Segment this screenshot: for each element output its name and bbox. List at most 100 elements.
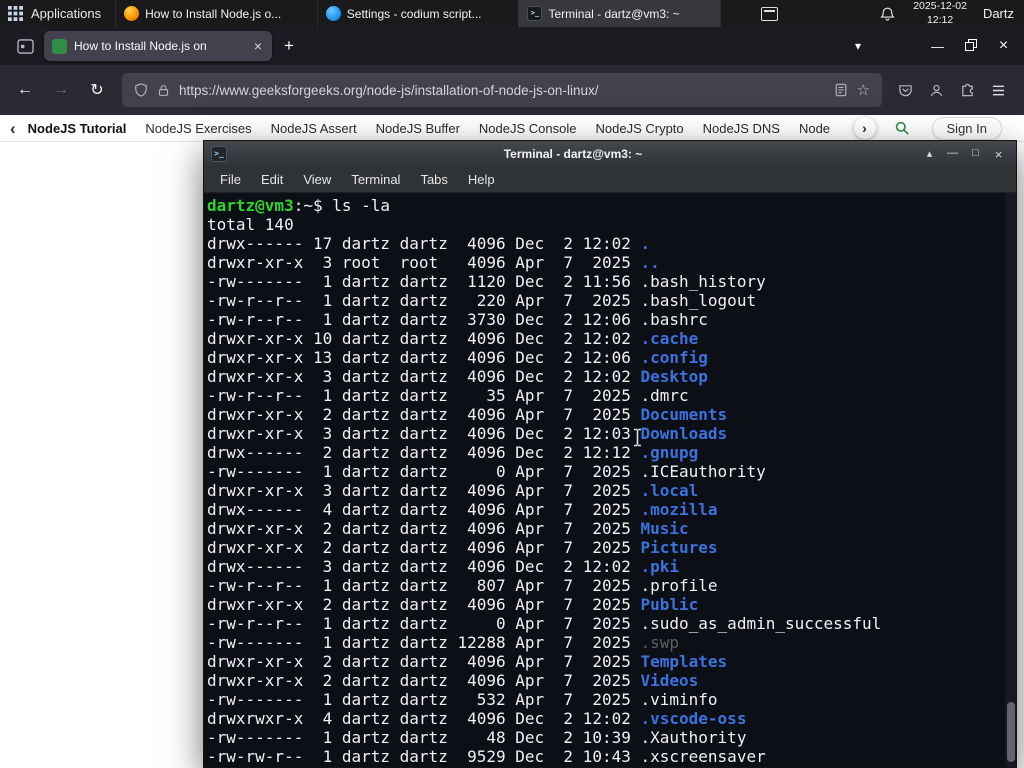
- taskbar-button[interactable]: Settings - codium script...: [316, 0, 519, 27]
- gfg-subnav: ‹ NodeJS Tutorial NodeJS Exercises NodeJS …: [0, 115, 1024, 142]
- toolbar-right-icons: [890, 83, 1016, 98]
- terminal-maximize-button[interactable]: □: [965, 147, 986, 162]
- url-text[interactable]: https://www.geeksforgeeks.org/node-js/in…: [179, 83, 825, 98]
- file-name: .bashrc: [640, 310, 708, 329]
- gfg-nav-item[interactable]: Node: [799, 121, 830, 136]
- terminal-close-button[interactable]: ×: [988, 147, 1009, 162]
- file-name: .sudo_as_admin_successful: [640, 614, 882, 633]
- taskbar-button-title: How to Install Node.js o...: [145, 6, 282, 21]
- terminal-output-line: -rw-rw-r-- 1 dartz dartz 9529 Dec 2 10:4…: [207, 747, 1016, 766]
- new-tab-button[interactable]: +: [272, 34, 306, 58]
- file-meta: -rw------- 1 dartz dartz 48 Dec 2 10:39: [207, 728, 641, 747]
- tab-close-icon[interactable]: ×: [252, 38, 264, 54]
- terminal-shade-button[interactable]: ▴: [919, 147, 940, 162]
- gfg-nav-item[interactable]: NodeJS Tutorial: [28, 121, 127, 136]
- terminal-output-line: drwx------ 2 dartz dartz 4096 Dec 2 12:1…: [207, 443, 1016, 462]
- gfg-nav-item[interactable]: NodeJS DNS: [703, 121, 780, 136]
- file-name: Downloads: [640, 424, 728, 443]
- bookmark-star-icon[interactable]: ☆: [857, 81, 870, 99]
- account-icon[interactable]: [929, 83, 944, 98]
- window-minimize-button[interactable]: —: [921, 39, 954, 54]
- forward-button[interactable]: →: [44, 74, 78, 106]
- window-controls: — ×: [921, 27, 1020, 65]
- terminal-output-line: drwxr-xr-x 3 dartz dartz 4096 Dec 2 12:0…: [207, 424, 1016, 443]
- nav-scroll-right-button[interactable]: ›: [853, 117, 876, 139]
- file-name: .Xauthority: [640, 728, 747, 747]
- terminal-output-line: drwx------ 4 dartz dartz 4096 Apr 7 2025…: [207, 500, 1016, 519]
- file-name: .ICEauthority: [640, 462, 766, 481]
- terminal-scrollbar[interactable]: [1005, 193, 1016, 767]
- tracking-protection-shield-icon[interactable]: [134, 83, 148, 97]
- gfg-nav-item[interactable]: NodeJS Assert: [271, 121, 357, 136]
- tray-clipboard-icon[interactable]: [761, 6, 779, 21]
- pocket-icon[interactable]: [898, 83, 913, 98]
- reader-mode-icon[interactable]: [834, 83, 848, 97]
- firefox-view-button[interactable]: [12, 34, 38, 58]
- menu-item-edit[interactable]: Edit: [251, 172, 293, 187]
- terminal-scrollbar-thumb[interactable]: [1007, 702, 1015, 762]
- clock-time: 12:12: [926, 13, 954, 26]
- file-meta: -rw------- 1 dartz dartz 532 Apr 7 2025: [207, 690, 641, 709]
- nav-scroll-left-icon[interactable]: ‹: [10, 120, 16, 137]
- search-icon: [895, 121, 909, 135]
- menu-item-help[interactable]: Help: [458, 172, 505, 187]
- terminal-output-line: -rw------- 1 dartz dartz 48 Dec 2 10:39 …: [207, 728, 1016, 747]
- terminal-output-line: -rw------- 1 dartz dartz 1120 Dec 2 11:5…: [207, 272, 1016, 291]
- extensions-puzzle-icon[interactable]: [960, 83, 975, 98]
- window-close-button[interactable]: ×: [987, 37, 1020, 55]
- panel-clock[interactable]: 2025-12-02 12:12: [913, 0, 967, 26]
- gfg-nav-item[interactable]: NodeJS Exercises: [145, 121, 251, 136]
- file-name: .viminfo: [640, 690, 718, 709]
- taskbar-button-title: Terminal - dartz@vm3: ~: [548, 6, 680, 21]
- url-bar[interactable]: https://www.geeksforgeeks.org/node-js/in…: [122, 73, 882, 107]
- panel-spacer: [721, 0, 761, 27]
- taskbar-button[interactable]: >_ Terminal - dartz@vm3: ~: [518, 0, 721, 27]
- list-all-tabs-button[interactable]: ▾: [847, 35, 869, 57]
- file-name: .config: [640, 348, 708, 367]
- file-name: .xscreensaver: [640, 747, 766, 766]
- window-restore-button[interactable]: [954, 27, 987, 65]
- file-name: Desktop: [640, 367, 708, 386]
- taskbar: How to Install Node.js o... Settings - co…: [115, 0, 722, 27]
- sign-in-button[interactable]: Sign In: [931, 116, 1002, 140]
- terminal-total-line: total 140: [207, 215, 294, 234]
- menu-item-tabs[interactable]: Tabs: [410, 172, 457, 187]
- back-button[interactable]: ←: [8, 74, 42, 106]
- search-button[interactable]: [894, 120, 910, 136]
- gfg-nav-item[interactable]: NodeJS Buffer: [376, 121, 460, 136]
- file-meta: drwxr-xr-x 3 dartz dartz 4096 Dec 2 12:0…: [207, 424, 641, 443]
- browser-tab[interactable]: How to Install Node.js on ×: [44, 31, 272, 61]
- menu-item-file[interactable]: File: [210, 172, 251, 187]
- file-meta: drwx------ 3 dartz dartz 4096 Dec 2 12:0…: [207, 557, 641, 576]
- panel-username[interactable]: Dartz: [983, 6, 1014, 21]
- firefox-toolbar: ← → ↻ https://www.geeksforgeeks.org/node…: [0, 65, 1024, 115]
- menu-hamburger-icon[interactable]: [991, 84, 1006, 97]
- applications-menu-button[interactable]: Applications: [0, 0, 115, 27]
- reload-button[interactable]: ↻: [80, 74, 114, 106]
- terminal-body[interactable]: dartz@vm3:~$ ls -la total 140 drwx------…: [204, 193, 1016, 767]
- top-panel: Applications How to Install Node.js o...…: [0, 0, 1024, 27]
- file-meta: drwxr-xr-x 3 root root 4096 Apr 7 2025: [207, 253, 641, 272]
- terminal-minimize-button[interactable]: —: [942, 147, 963, 162]
- menu-item-terminal[interactable]: Terminal: [341, 172, 410, 187]
- terminal-output-line: -rw-r--r-- 1 dartz dartz 220 Apr 7 2025 …: [207, 291, 1016, 310]
- terminal-prompt-line: dartz@vm3:~$ ls -la: [207, 196, 1016, 215]
- taskbar-button[interactable]: How to Install Node.js o...: [115, 0, 317, 27]
- notifications-button[interactable]: [880, 6, 895, 22]
- file-name: .bash_history: [640, 272, 766, 291]
- applications-grid-icon: [8, 6, 23, 21]
- terminal-output-line: -rw-r--r-- 1 dartz dartz 0 Apr 7 2025 .s…: [207, 614, 1016, 633]
- gfg-nav-item[interactable]: NodeJS Crypto: [595, 121, 683, 136]
- tab-title: How to Install Node.js on: [74, 39, 207, 53]
- file-meta: drwx------ 2 dartz dartz 4096 Dec 2 12:1…: [207, 443, 641, 462]
- file-meta: drwxr-xr-x 2 dartz dartz 4096 Apr 7 2025: [207, 538, 641, 557]
- gfg-nav-item[interactable]: NodeJS Console: [479, 121, 577, 136]
- file-meta: -rw-r--r-- 1 dartz dartz 0 Apr 7 2025: [207, 614, 641, 633]
- file-name: Videos: [640, 671, 699, 690]
- lock-icon[interactable]: [157, 84, 170, 97]
- terminal-output-line: -rw------- 1 dartz dartz 0 Apr 7 2025 .I…: [207, 462, 1016, 481]
- terminal-titlebar[interactable]: >_ Terminal - dartz@vm3: ~ ▴ — □ ×: [204, 141, 1016, 167]
- terminal-output-line: drwxr-xr-x 2 dartz dartz 4096 Apr 7 2025…: [207, 405, 1016, 424]
- menu-item-view[interactable]: View: [293, 172, 341, 187]
- terminal-output-line: drwx------ 17 dartz dartz 4096 Dec 2 12:…: [207, 234, 1016, 253]
